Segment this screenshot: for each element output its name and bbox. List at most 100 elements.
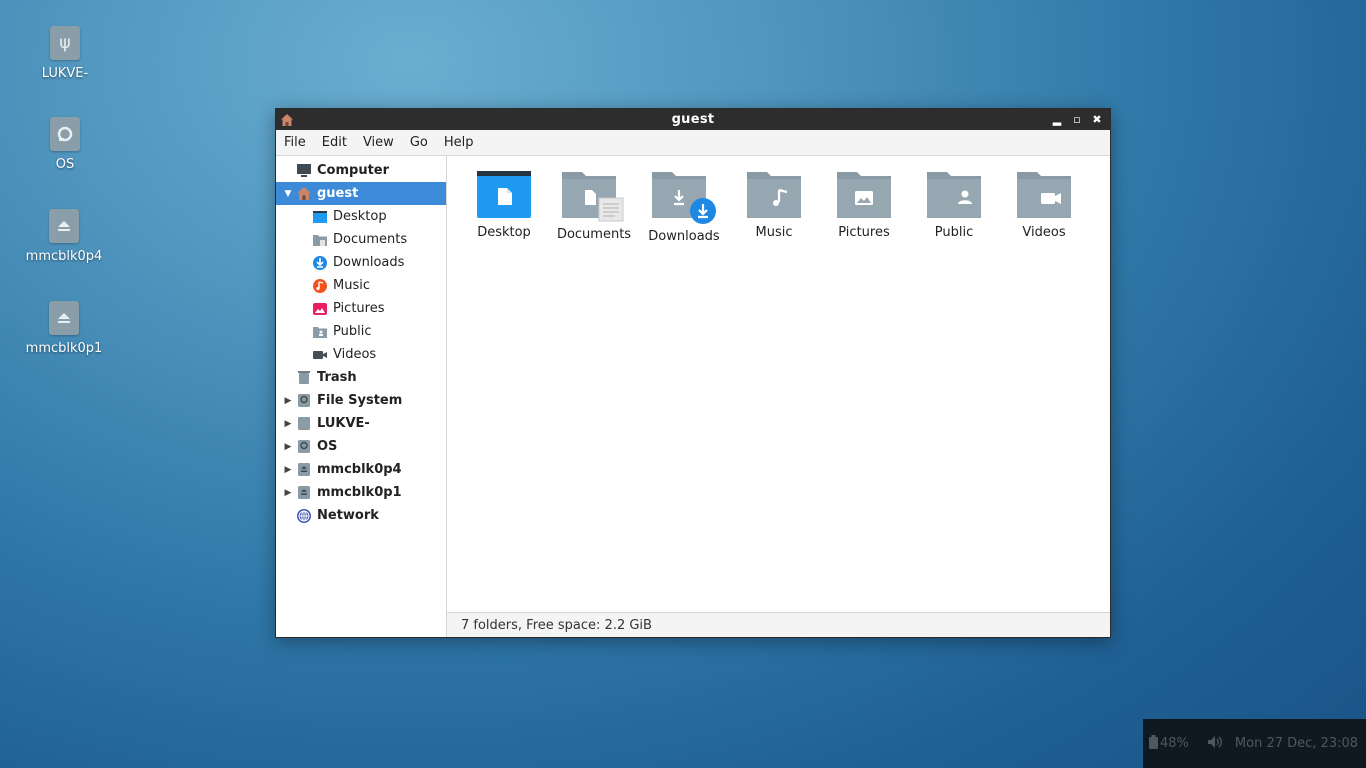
computer-icon <box>296 163 312 179</box>
music-icon <box>312 278 328 294</box>
sidebar-item-documents[interactable]: Documents <box>276 228 446 251</box>
sidebar-item-guest[interactable]: ▼ guest <box>276 182 446 205</box>
sidebar-item-label: Desktop <box>333 209 387 224</box>
trash-icon <box>296 370 312 386</box>
menu-go[interactable]: Go <box>402 135 436 150</box>
usb-drive-icon <box>296 416 312 432</box>
battery-percent: 48% <box>1160 736 1189 751</box>
sidebar-item-label: Network <box>317 508 379 523</box>
expander-closed-icon[interactable]: ▶ <box>282 419 294 429</box>
sidebar-item-computer[interactable]: Computer <box>276 159 446 182</box>
sidebar-item-label: LUKVE- <box>317 416 370 431</box>
sidebar-item-music[interactable]: Music <box>276 274 446 297</box>
sidebar-item-label: guest <box>317 186 359 201</box>
expander-closed-icon[interactable]: ▶ <box>282 396 294 406</box>
folder-label: Music <box>755 225 793 240</box>
eject-drive-icon <box>49 209 79 243</box>
sidebar-item-pictures[interactable]: Pictures <box>276 297 446 320</box>
sidebar: Computer ▼ guest Desktop Documents Downl… <box>276 156 447 637</box>
sidebar-item-label: Pictures <box>333 301 385 316</box>
menu-help[interactable]: Help <box>436 135 482 150</box>
eject-drive-icon <box>296 485 312 501</box>
hard-disk-icon <box>296 439 312 455</box>
battery-indicator[interactable]: 48% <box>1149 734 1189 753</box>
menu-edit[interactable]: Edit <box>314 135 355 150</box>
sidebar-item-label: Trash <box>317 370 357 385</box>
clock[interactable]: Mon 27 Dec, 23:08 <box>1235 736 1358 751</box>
sidebar-item-file-system[interactable]: ▶ File System <box>276 389 446 412</box>
desktop-icon-mmcblk0p1[interactable]: mmcblk0p1 <box>14 301 114 356</box>
folder-label: Desktop <box>477 225 531 240</box>
downloads-icon <box>312 255 328 271</box>
maximize-icon[interactable]: ▫ <box>1070 112 1084 126</box>
status-text: 7 folders, Free space: 2.2 GiB <box>461 617 652 633</box>
sidebar-item-os[interactable]: ▶ OS <box>276 435 446 458</box>
sidebar-item-network[interactable]: Network <box>276 504 446 527</box>
close-icon[interactable]: ✖ <box>1090 112 1104 126</box>
title-bar[interactable]: guest ▂ ▫ ✖ <box>276 109 1110 130</box>
sidebar-item-mmcblk0p1[interactable]: ▶ mmcblk0p1 <box>276 481 446 504</box>
expander-open-icon[interactable]: ▼ <box>282 189 294 199</box>
menu-view[interactable]: View <box>355 135 402 150</box>
sidebar-item-label: mmcblk0p4 <box>317 462 402 477</box>
expander-closed-icon[interactable]: ▶ <box>282 465 294 475</box>
eject-drive-icon <box>49 301 79 335</box>
sidebar-item-desktop[interactable]: Desktop <box>276 205 446 228</box>
sidebar-item-trash[interactable]: Trash <box>276 366 446 389</box>
network-icon <box>296 508 312 524</box>
folder-item-desktop[interactable]: Desktop <box>459 170 549 244</box>
home-icon[interactable] <box>280 113 294 127</box>
desktop-icon-lukve[interactable]: ψ LUKVE- <box>15 26 115 81</box>
hard-disk-icon <box>50 117 80 151</box>
sidebar-item-lukve[interactable]: ▶ LUKVE- <box>276 412 446 435</box>
desktop-icon-os[interactable]: OS <box>15 117 115 172</box>
folder-item-documents[interactable]: Documents <box>549 170 639 244</box>
videos-folder-icon <box>1017 172 1071 218</box>
home-icon <box>296 186 312 202</box>
sidebar-item-label: Documents <box>333 232 408 247</box>
folder-label: Downloads <box>648 229 720 244</box>
folder-label: Pictures <box>838 225 890 240</box>
folder-item-videos[interactable]: Videos <box>999 170 1089 244</box>
folder-label: Documents <box>556 227 632 242</box>
folder-item-public[interactable]: Public <box>909 170 999 244</box>
desktop-icon-label: OS <box>55 157 75 172</box>
sidebar-item-label: OS <box>317 439 338 454</box>
desktop-icon-label: mmcblk0p1 <box>25 341 103 356</box>
expander-closed-icon[interactable]: ▶ <box>282 442 294 452</box>
hard-disk-icon <box>296 393 312 409</box>
minimize-icon[interactable]: ▂ <box>1050 112 1064 126</box>
menu-file[interactable]: File <box>276 135 314 150</box>
desktop-folder-icon <box>477 171 531 218</box>
menu-bar: File Edit View Go Help <box>276 130 1110 156</box>
sidebar-item-public[interactable]: Public <box>276 320 446 343</box>
folder-view: Desktop Documents Downloads Music Pictur… <box>447 156 1110 637</box>
sidebar-item-label: File System <box>317 393 403 408</box>
pictures-folder-icon <box>837 172 891 218</box>
documents-folder-icon <box>562 172 624 222</box>
sidebar-item-mmcblk0p4[interactable]: ▶ mmcblk0p4 <box>276 458 446 481</box>
file-manager-window: guest ▂ ▫ ✖ File Edit View Go Help Compu… <box>275 108 1111 638</box>
status-bar: 7 folders, Free space: 2.2 GiB <box>447 612 1110 637</box>
folder-item-pictures[interactable]: Pictures <box>819 170 909 244</box>
desktop-icon-mmcblk0p4[interactable]: mmcblk0p4 <box>14 209 114 264</box>
sidebar-item-label: Public <box>333 324 372 339</box>
sidebar-item-label: Computer <box>317 163 390 178</box>
folder-item-music[interactable]: Music <box>729 170 819 244</box>
public-folder-icon <box>927 172 981 218</box>
expander-closed-icon[interactable]: ▶ <box>282 488 294 498</box>
videos-icon <box>312 347 328 363</box>
system-tray-panel: 48% Mon 27 Dec, 23:08 <box>1143 719 1366 768</box>
music-folder-icon <box>747 172 801 218</box>
sidebar-item-downloads[interactable]: Downloads <box>276 251 446 274</box>
sidebar-item-videos[interactable]: Videos <box>276 343 446 366</box>
sidebar-item-label: Videos <box>333 347 377 362</box>
public-folder-icon <box>312 324 328 340</box>
volume-icon[interactable] <box>1207 735 1223 753</box>
sidebar-item-label: mmcblk0p1 <box>317 485 402 500</box>
folder-item-downloads[interactable]: Downloads <box>639 170 729 244</box>
desktop-icon-label: LUKVE- <box>41 66 89 81</box>
folder-label: Videos <box>1022 225 1066 240</box>
usb-drive-icon: ψ <box>50 26 80 60</box>
pictures-icon <box>312 301 328 317</box>
